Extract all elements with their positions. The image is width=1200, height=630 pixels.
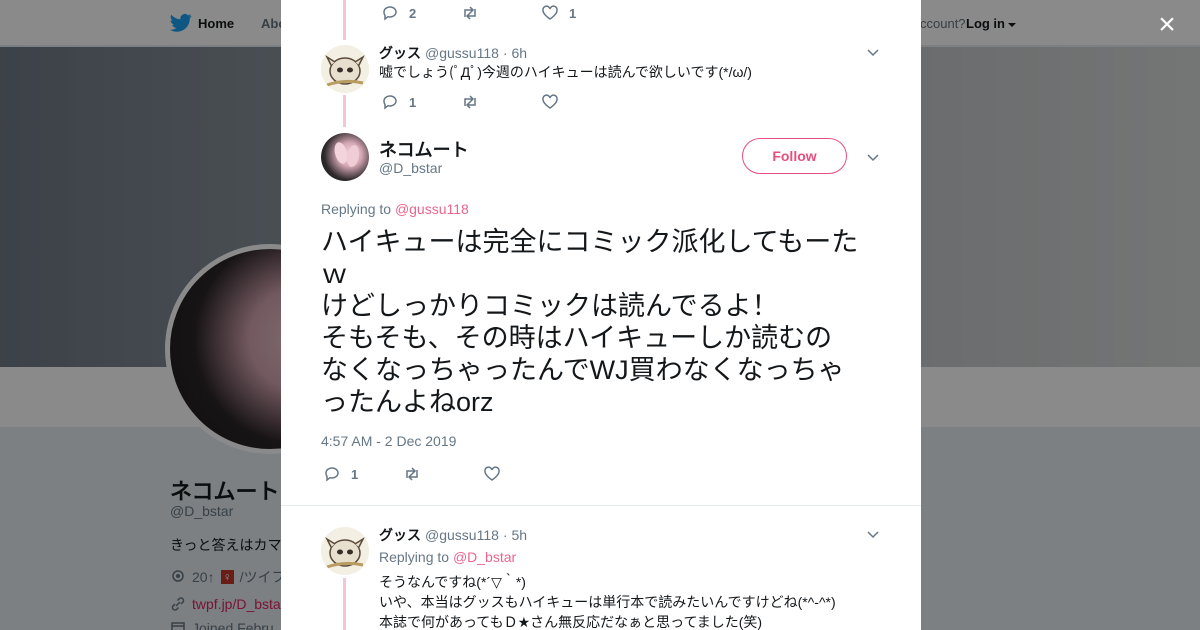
like-count: 1 bbox=[569, 5, 577, 21]
tweet-text-line: 本誌で何があってもＤ★さん無反応だなぁと思ってました(笑) bbox=[379, 614, 763, 630]
tweet-author-handle[interactable]: @gussu118 bbox=[425, 527, 499, 543]
tweet-time[interactable]: · 6h bbox=[503, 45, 527, 61]
retweet-action[interactable] bbox=[403, 465, 483, 483]
like-action[interactable]: 1 bbox=[541, 4, 576, 22]
previous-tweet-actions: 2 1 bbox=[381, 3, 576, 23]
tweet-modal: 2 1 グッス @gussu118 · 6h 嘘でしょう(ﾟДﾟ)今週のハイキュ… bbox=[281, 0, 921, 630]
main-tweet-line: けどしっかりコミックは読んでるよ！ bbox=[321, 291, 779, 321]
retweet-icon bbox=[406, 467, 418, 481]
retweet-icon bbox=[464, 95, 476, 109]
tweet-author-name[interactable]: グッス bbox=[379, 525, 421, 545]
divider bbox=[281, 505, 921, 506]
tweet-text-line: そうなんですね(*´▽｀*) bbox=[379, 574, 526, 590]
reply-count: 2 bbox=[409, 5, 417, 21]
like-action[interactable] bbox=[483, 465, 501, 483]
replying-to: Replying to @D_bstar bbox=[379, 549, 516, 565]
tweet-text-line: いや、本当はグッスもハイキューは単行本で読みたいんですけどね(*^-^*) bbox=[379, 594, 836, 610]
replying-to: Replying to @gussu118 bbox=[321, 201, 469, 217]
close-icon[interactable]: × bbox=[1154, 10, 1180, 40]
tweet-text: 嘘でしょう(ﾟДﾟ)今週のハイキューは読んで欲しいです(*/ω/) bbox=[379, 64, 752, 80]
main-tweet-line: なくなっちゃったんでWJ買わなくなっちゃ bbox=[321, 355, 845, 385]
reply-icon bbox=[325, 467, 339, 482]
avatar[interactable] bbox=[321, 133, 369, 181]
reply-icon bbox=[383, 6, 397, 21]
tweet-author-handle[interactable]: @gussu118 bbox=[425, 45, 499, 61]
replying-to-label: Replying to bbox=[379, 549, 450, 565]
tweet-author-handle[interactable]: @D_bstar bbox=[379, 160, 442, 176]
replying-to-label: Replying to bbox=[321, 201, 392, 217]
tweet-author-name[interactable]: グッス bbox=[379, 43, 421, 63]
chevron-down-icon[interactable] bbox=[866, 150, 880, 164]
retweet-action[interactable] bbox=[461, 4, 541, 22]
reply-count: 1 bbox=[409, 94, 417, 110]
reply-icon bbox=[383, 95, 397, 110]
avatar[interactable] bbox=[321, 527, 369, 575]
main-tweet-text: ハイキューは完全にコミック派化してもーた ｗ けどしっかりコミックは読んでるよ！… bbox=[321, 226, 891, 418]
follow-button[interactable]: Follow bbox=[742, 138, 847, 174]
tweet-header: グッス @gussu118 · 5h bbox=[379, 525, 527, 545]
tweet-time[interactable]: · 5h bbox=[503, 527, 527, 543]
main-tweet-actions: 1 bbox=[323, 464, 501, 484]
reply-action[interactable]: 1 bbox=[323, 465, 403, 483]
tweet-author-name[interactable]: ネコムート bbox=[379, 136, 469, 162]
chevron-down-icon[interactable] bbox=[866, 527, 880, 541]
main-tweet-line: ハイキューは完全にコミック派化してもーた bbox=[321, 227, 859, 257]
reply-count: 1 bbox=[351, 466, 359, 482]
avatar-cubone-image bbox=[321, 527, 369, 575]
main-tweet-line: ｗ bbox=[321, 259, 348, 289]
main-tweet-line: ったんよねorz bbox=[321, 387, 494, 417]
tweet-header: グッス @gussu118 · 6h bbox=[379, 43, 527, 63]
reply-action[interactable]: 1 bbox=[381, 93, 461, 111]
chevron-down-icon[interactable] bbox=[866, 45, 880, 59]
avatar[interactable] bbox=[321, 45, 369, 93]
main-tweet-line: そもそも、その時はハイキューしか読むの bbox=[321, 323, 833, 353]
like-icon bbox=[542, 94, 558, 109]
like-action[interactable] bbox=[541, 93, 559, 111]
retweet-action[interactable] bbox=[461, 93, 541, 111]
avatar-nails-image bbox=[334, 142, 360, 167]
like-icon bbox=[484, 466, 500, 481]
reply-action[interactable]: 2 bbox=[381, 4, 461, 22]
thread-line bbox=[343, 0, 346, 40]
replying-to-mention[interactable]: @gussu118 bbox=[395, 201, 469, 217]
thread-line bbox=[343, 578, 346, 630]
like-icon bbox=[542, 5, 558, 20]
tweet-timestamp[interactable]: 4:57 AM - 2 Dec 2019 bbox=[321, 433, 456, 449]
tweet-actions: 1 bbox=[381, 92, 559, 112]
retweet-icon bbox=[464, 6, 476, 20]
thread-line bbox=[343, 95, 346, 127]
avatar-cubone-image bbox=[321, 45, 369, 93]
replying-to-mention[interactable]: @D_bstar bbox=[453, 549, 516, 565]
